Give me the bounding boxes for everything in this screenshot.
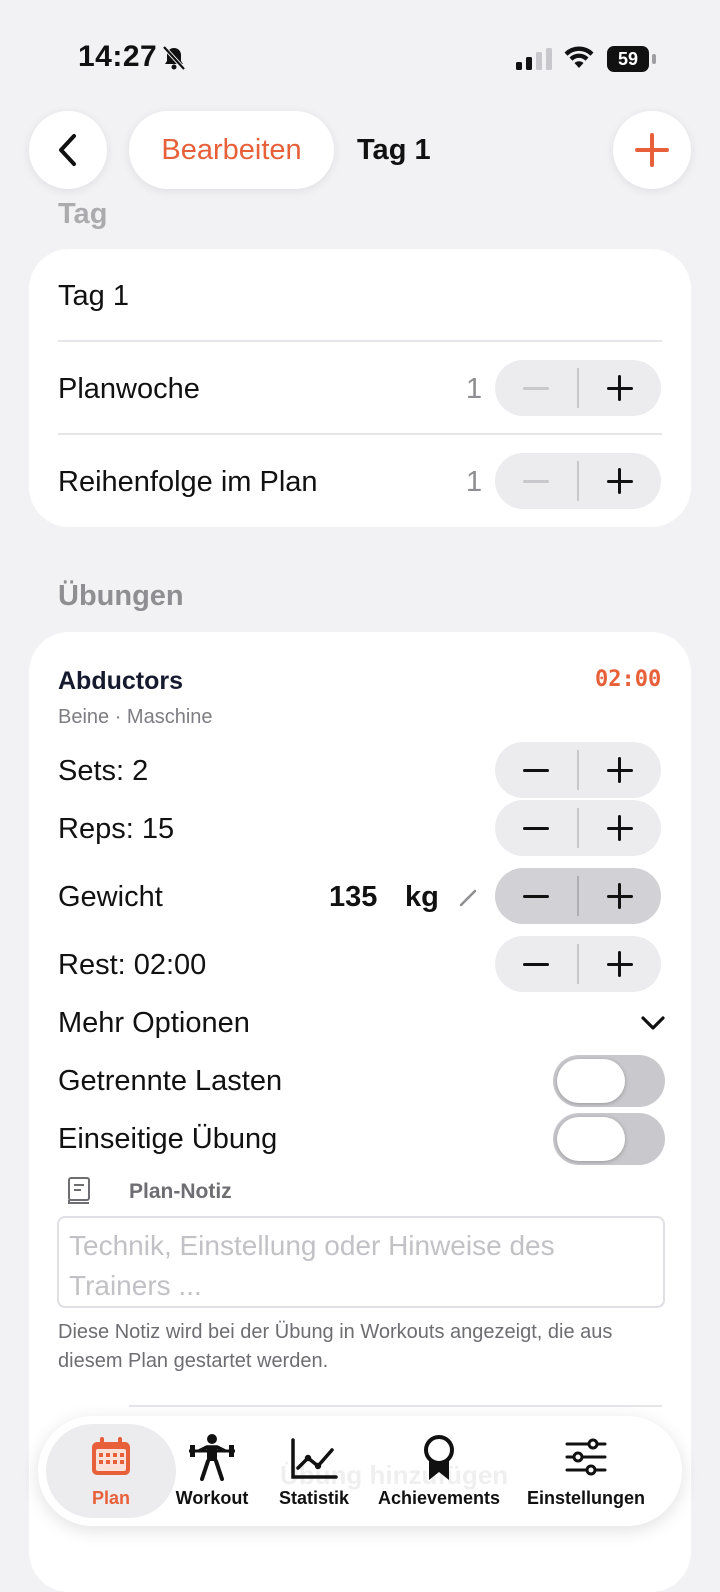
chevron-down-icon[interactable] bbox=[640, 1014, 666, 1032]
note-label: Plan-Notiz bbox=[129, 1180, 232, 1203]
week-stepper[interactable] bbox=[495, 360, 661, 416]
sets-decrement-button[interactable] bbox=[495, 742, 577, 798]
tab-label: Einstellungen bbox=[526, 1488, 645, 1508]
weight-value[interactable]: 135 bbox=[329, 881, 377, 914]
tab-label: Plan bbox=[91, 1488, 130, 1508]
minus-icon bbox=[523, 768, 549, 772]
order-value: 1 bbox=[466, 466, 483, 498]
section-label-exercises: Übungen bbox=[58, 580, 184, 612]
unilateral-toggle[interactable] bbox=[553, 1113, 665, 1165]
week-value: 1 bbox=[466, 373, 483, 405]
cellular-signal-icon bbox=[516, 48, 552, 70]
minus-icon bbox=[523, 479, 549, 483]
split-loads-toggle[interactable] bbox=[553, 1055, 665, 1107]
minus-icon bbox=[523, 962, 549, 966]
more-options-label[interactable]: Mehr Optionen bbox=[58, 1007, 250, 1040]
order-increment-button[interactable] bbox=[579, 453, 661, 509]
award-ribbon-icon bbox=[424, 1435, 454, 1480]
week-label: Planwoche bbox=[58, 373, 200, 405]
day-name-field[interactable]: Tag 1 bbox=[58, 280, 129, 313]
weight-unit: kg bbox=[405, 881, 439, 913]
weight-label: Gewicht bbox=[58, 881, 163, 913]
calendar-icon bbox=[92, 1437, 130, 1475]
tab-settings[interactable]: Einstellungen bbox=[520, 1424, 652, 1518]
weight-stepper[interactable] bbox=[495, 868, 661, 924]
plus-icon bbox=[606, 951, 633, 977]
plan-note-input[interactable]: Technik, Einstellung oder Hinweise des T… bbox=[57, 1216, 665, 1308]
tab-label: Workout bbox=[175, 1488, 249, 1508]
rest-timer: 02:00 bbox=[595, 667, 662, 692]
line-chart-icon bbox=[291, 1438, 338, 1479]
plus-icon bbox=[606, 375, 633, 401]
rest-label: Rest: 02:00 bbox=[58, 949, 207, 981]
week-increment-button[interactable] bbox=[579, 360, 661, 416]
note-placeholder: Technik, Einstellung oder Hinweise des T… bbox=[69, 1230, 555, 1301]
wifi-icon bbox=[564, 46, 594, 68]
reps-label: Reps: 15 bbox=[58, 813, 175, 845]
tab-label: Statistik bbox=[278, 1488, 350, 1508]
minus-icon bbox=[523, 894, 549, 898]
minus-icon bbox=[523, 386, 549, 390]
week-decrement-button[interactable] bbox=[495, 360, 577, 416]
order-label: Reihenfolge im Plan bbox=[58, 466, 318, 498]
weight-decrement-button[interactable] bbox=[495, 868, 577, 924]
add-button[interactable] bbox=[613, 111, 691, 189]
rest-increment-button[interactable] bbox=[579, 936, 661, 992]
battery-level: 59 bbox=[607, 46, 649, 72]
divider bbox=[58, 433, 662, 435]
note-hint: Diese Notiz wird bei der Übung in Workou… bbox=[58, 1321, 613, 1372]
unilateral-label: Einseitige Übung bbox=[58, 1123, 278, 1155]
reps-stepper[interactable] bbox=[495, 800, 661, 856]
section-label-day: Tag bbox=[58, 198, 108, 230]
plus-icon bbox=[635, 133, 669, 167]
order-stepper[interactable] bbox=[495, 453, 661, 509]
toggle-knob bbox=[557, 1117, 625, 1161]
sliders-icon bbox=[565, 1438, 607, 1476]
tab-achievements[interactable]: Achievements bbox=[370, 1424, 508, 1518]
tab-workout[interactable]: Workout bbox=[170, 1424, 254, 1518]
edit-button[interactable]: Bearbeiten bbox=[129, 111, 334, 189]
back-button[interactable] bbox=[29, 111, 107, 189]
order-decrement-button[interactable] bbox=[495, 453, 577, 509]
battery-indicator: 59 bbox=[607, 46, 657, 72]
weightlifter-icon bbox=[189, 1434, 235, 1481]
chevron-left-icon bbox=[59, 134, 76, 166]
status-time: 14:27 bbox=[78, 40, 158, 73]
book-icon bbox=[68, 1177, 90, 1204]
tab-label: Achievements bbox=[377, 1488, 501, 1508]
minus-icon bbox=[523, 826, 549, 830]
toggle-knob bbox=[557, 1059, 625, 1103]
exercise-name: Abductors bbox=[58, 667, 183, 695]
reps-increment-button[interactable] bbox=[579, 800, 661, 856]
plus-icon bbox=[606, 883, 633, 909]
tab-statistics[interactable]: Statistik bbox=[270, 1424, 358, 1518]
exercise-meta: Beine · Maschine bbox=[58, 706, 213, 728]
bell-muted-icon bbox=[162, 45, 186, 71]
reps-decrement-button[interactable] bbox=[495, 800, 577, 856]
plus-icon bbox=[606, 757, 633, 783]
divider bbox=[58, 340, 662, 342]
pencil-icon[interactable] bbox=[456, 886, 480, 910]
split-loads-label: Getrennte Lasten bbox=[58, 1065, 283, 1097]
tab-plan[interactable]: Plan bbox=[46, 1424, 176, 1518]
sets-stepper[interactable] bbox=[495, 742, 661, 798]
plus-icon bbox=[606, 815, 633, 841]
sets-increment-button[interactable] bbox=[579, 742, 661, 798]
sets-label: Sets: 2 bbox=[58, 755, 149, 787]
page-title: Tag 1 bbox=[357, 134, 431, 166]
plus-icon bbox=[606, 468, 633, 494]
rest-stepper[interactable] bbox=[495, 936, 661, 992]
divider bbox=[129, 1405, 662, 1407]
weight-increment-button[interactable] bbox=[579, 868, 661, 924]
rest-decrement-button[interactable] bbox=[495, 936, 577, 992]
